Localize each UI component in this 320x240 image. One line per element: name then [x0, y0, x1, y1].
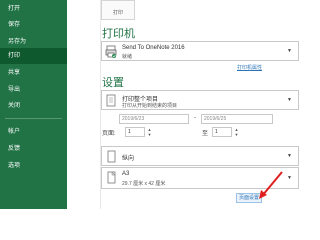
backstage-sidebar: 打开 保存 另存为 打印 共享 导出 关闭 帐户 反馈 选项: [0, 0, 67, 209]
paper-size-select[interactable]: A3 29.7 厘米 x 42 厘米 ▼: [101, 167, 299, 189]
chevron-down-icon: ▼: [287, 97, 292, 103]
printer-properties-link[interactable]: 打印机属性: [237, 64, 262, 71]
sidebar-item-options[interactable]: 选项: [0, 158, 67, 174]
print-button-label: 打印: [112, 10, 123, 16]
pages-label: 页面:: [102, 131, 116, 137]
page-from-input[interactable]: 1: [125, 127, 145, 137]
printer-name: Send To OneNote 2016: [122, 45, 185, 51]
date-separator: -: [194, 115, 196, 121]
printer-icon: [105, 45, 117, 58]
pages-to-label: 至: [202, 131, 209, 137]
portrait-icon: [105, 150, 117, 163]
sidebar-item-export[interactable]: 导出: [0, 82, 67, 98]
print-scope-desc: 打印从开始到结束的项目: [122, 103, 178, 109]
orientation-value: 纵向: [122, 156, 135, 162]
page-to-down-button[interactable]: ▼: [233, 132, 240, 137]
end-date-input[interactable]: 2019/6/25: [201, 114, 273, 124]
print-panel: 打印 打印机 Send To OneNote 2016 就绪 ▼ 打印机属性 设…: [67, 0, 313, 209]
printer-heading: 打印机: [102, 28, 135, 40]
page-to-input[interactable]: 1: [212, 127, 232, 137]
printer-status: 就绪: [122, 54, 133, 60]
sidebar-item-account[interactable]: 帐户: [0, 124, 67, 140]
chevron-down-icon: ▼: [287, 48, 292, 54]
sidebar-item-save[interactable]: 保存: [0, 17, 67, 33]
printer-select[interactable]: Send To OneNote 2016 就绪 ▼: [101, 41, 299, 61]
sidebar-item-share[interactable]: 共享: [0, 65, 67, 81]
chevron-down-icon: ▼: [287, 153, 292, 159]
settings-heading: 设置: [102, 77, 124, 89]
chevron-down-icon: ▼: [287, 175, 292, 181]
page-setup-button[interactable]: 页面设置: [236, 193, 262, 203]
paper-icon: [105, 171, 117, 184]
page-from-down-button[interactable]: ▼: [146, 132, 153, 137]
sidebar-item-close[interactable]: 关闭: [0, 98, 67, 114]
print-button[interactable]: 打印: [101, 0, 135, 20]
paper-size-dimensions: 29.7 厘米 x 42 厘米: [122, 181, 166, 187]
sidebar-divider: [5, 118, 62, 119]
orientation-select[interactable]: 纵向 ▼: [101, 146, 299, 166]
start-date-input[interactable]: 2019/6/23: [119, 114, 189, 124]
print-scope-select[interactable]: 打印整个项目 打印从开始到结束的项目 ▼: [101, 90, 299, 110]
paper-size-name: A3: [122, 171, 130, 177]
sidebar-item-print[interactable]: 打印: [0, 48, 67, 64]
sidebar-item-feedback[interactable]: 反馈: [0, 141, 67, 157]
sidebar-item-open[interactable]: 打开: [0, 1, 67, 17]
document-icon: [105, 94, 117, 107]
